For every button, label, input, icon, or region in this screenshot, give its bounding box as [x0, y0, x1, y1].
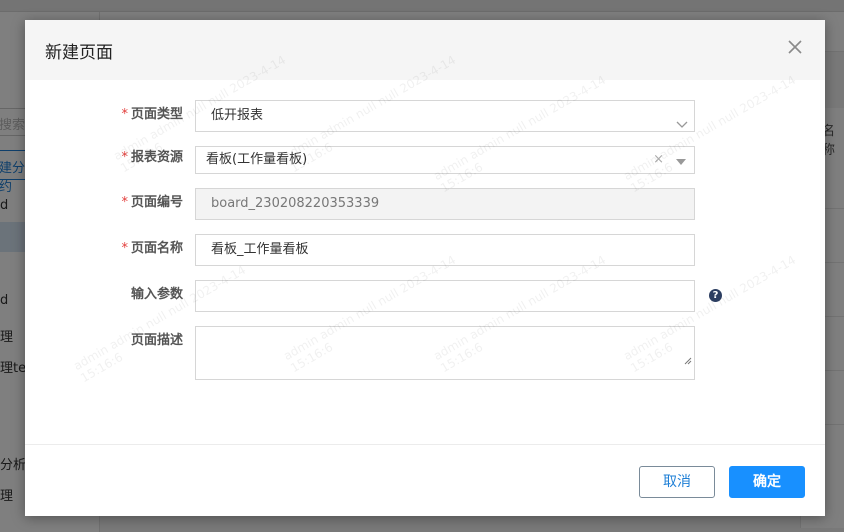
resize-grip-icon[interactable] — [684, 347, 692, 377]
page-type-label: * 页面类型 — [121, 107, 183, 122]
dialog-header: 新建页面 — [25, 20, 825, 80]
page-desc-textarea[interactable] — [195, 326, 695, 380]
watermark: admin admin null null 2023-4-1415:16:6 — [621, 72, 799, 196]
report-source-select[interactable]: 看板(工作量看板) × — [195, 146, 695, 174]
page-type-select[interactable]: 低开报表 — [195, 100, 695, 132]
confirm-button[interactable]: 确定 — [729, 466, 805, 498]
caret-down-icon — [676, 159, 686, 165]
page-name-label: * 页面名称 — [121, 241, 183, 256]
dialog-body: * 页面类型 低开报表 * 报表资源 看板(工作量看板) × * 页面编号 board… — [25, 53, 825, 444]
page-type-value: 低开报表 — [211, 108, 264, 123]
dialog-title: 新建页面 — [45, 43, 113, 63]
cancel-button[interactable]: 取消 — [639, 466, 715, 498]
required-mark: * — [121, 107, 128, 122]
chevron-down-icon — [676, 111, 688, 141]
input-params-label: 输入参数 — [130, 287, 183, 302]
watermark: admin admin null null 2023-4-1415:16:6 — [431, 73, 608, 196]
dialog-footer: 取消 确定 — [25, 444, 825, 516]
required-mark: * — [121, 195, 128, 210]
question-circle-icon[interactable]: ? — [709, 289, 722, 302]
report-source-label: * 报表资源 — [121, 150, 183, 165]
page-code-label: * 页面编号 — [121, 195, 183, 210]
input-params-input[interactable] — [195, 280, 695, 312]
close-icon[interactable] — [785, 37, 805, 57]
clear-icon[interactable]: × — [653, 147, 664, 173]
page-desc-label: 页面描述 — [130, 333, 183, 348]
page-code-input: board_230208220353339 — [195, 188, 695, 220]
page-name-input[interactable]: 看板_工作量看板 — [195, 234, 695, 266]
new-page-dialog: 新建页面 * 页面类型 低开报表 * 报表资源 看板(工作量看板) × * 页面… — [25, 20, 825, 516]
required-mark: * — [121, 150, 128, 165]
report-source-value: 看板(工作量看板) — [206, 152, 308, 167]
required-mark: * — [121, 241, 128, 256]
